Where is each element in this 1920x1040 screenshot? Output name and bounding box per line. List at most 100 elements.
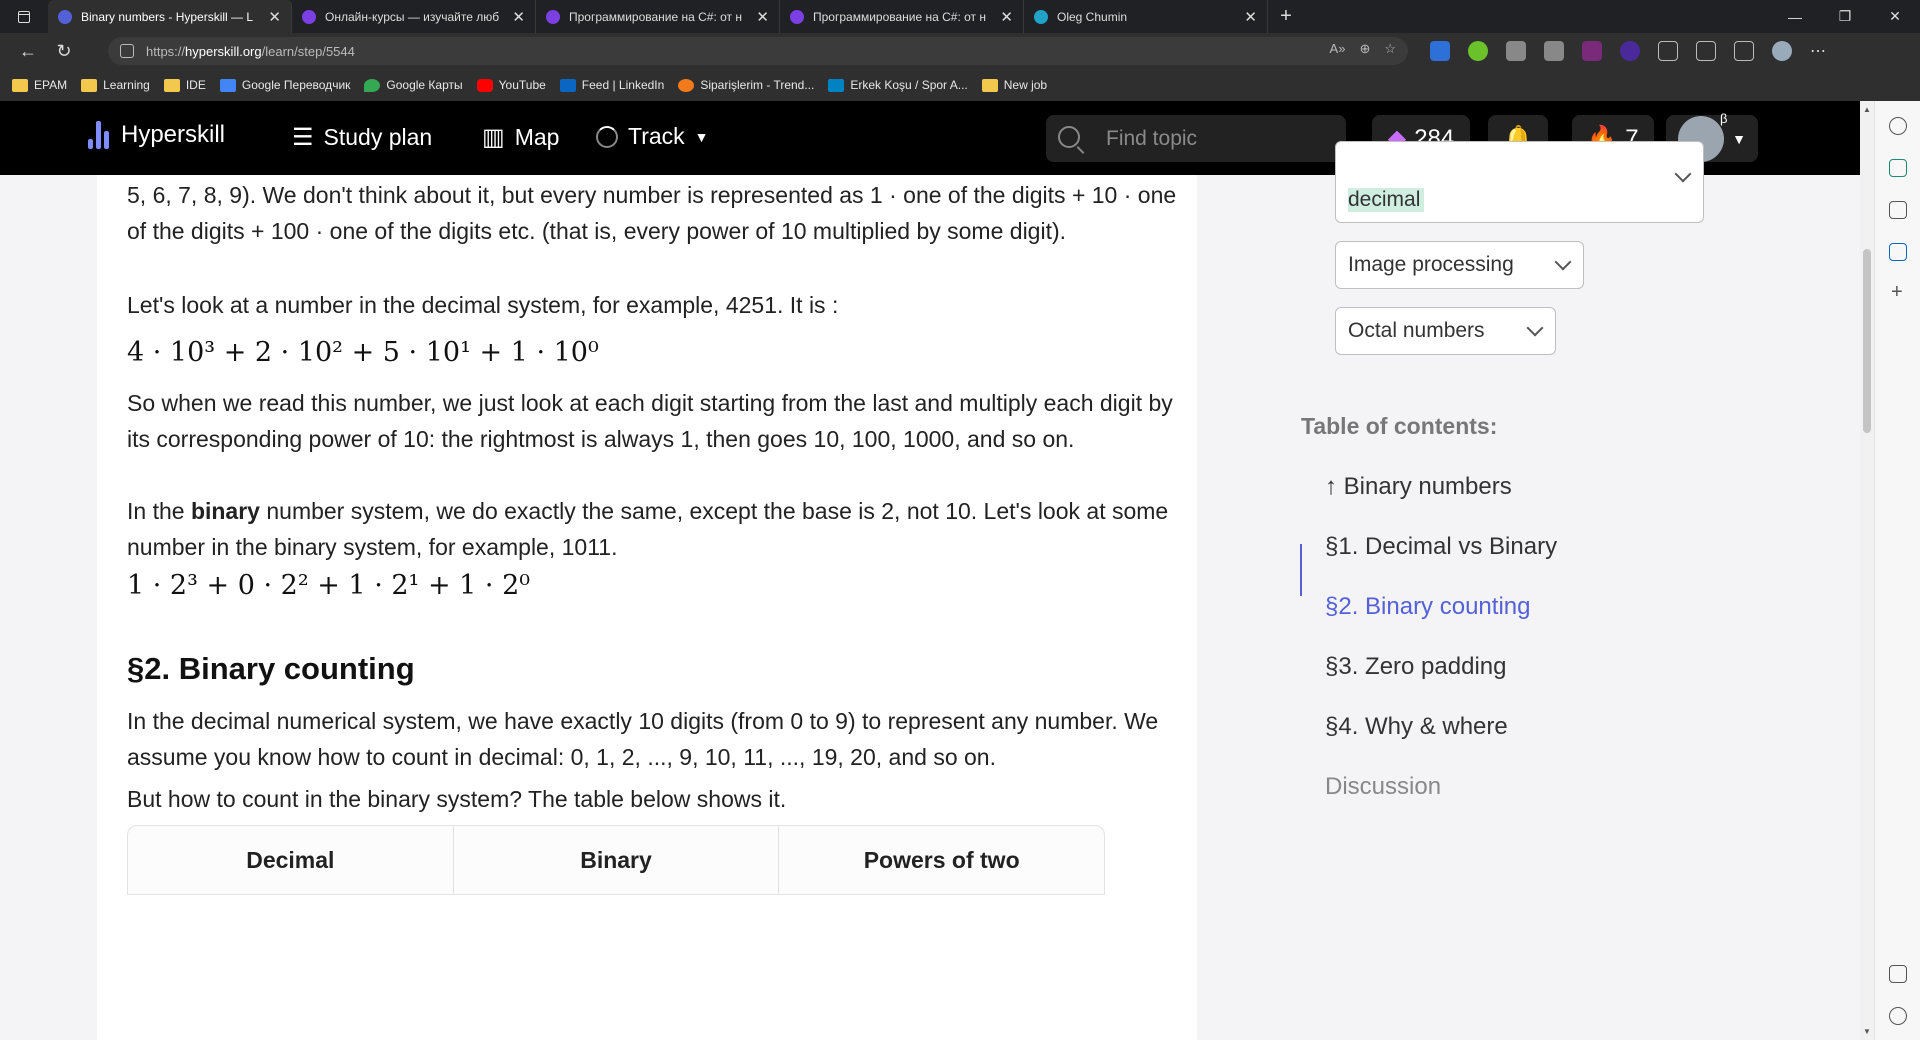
close-tab-icon[interactable]: ✕	[1000, 8, 1013, 26]
scrollbar-thumb[interactable]	[1863, 249, 1871, 433]
site-info-icon[interactable]	[120, 44, 134, 58]
tab-binary-numbers[interactable]: Binary numbers - Hyperskill — L ✕	[48, 0, 292, 33]
sidebar-search-icon[interactable]	[1889, 117, 1907, 135]
find-topic-search[interactable]: Find topic	[1046, 115, 1346, 162]
toc-title: Table of contents:	[1301, 413, 1498, 439]
bookmark-google-translate[interactable]: Google Переводчик	[219, 78, 351, 92]
folder-icon	[981, 78, 998, 92]
track-progress-icon	[596, 125, 618, 148]
toc-active-indicator	[1300, 544, 1302, 596]
sidebar-outlook-icon[interactable]	[1889, 243, 1907, 261]
close-tab-icon[interactable]: ✕	[268, 8, 281, 26]
tab-csharp-2[interactable]: Программирование на C#: от н ✕	[780, 0, 1024, 33]
sidebar-games-icon[interactable]	[1889, 201, 1907, 219]
nav-track-label: Track	[628, 123, 685, 149]
chevron-down-icon	[1526, 319, 1544, 337]
bookmark-label: Erkek Koşu / Spor A...	[850, 78, 968, 92]
url-actions: A» ⊕ ☆	[1330, 41, 1396, 57]
sidebar-add-icon[interactable]: +	[1891, 281, 1903, 304]
paragraph: Let's look at a number in the decimal sy…	[127, 292, 839, 318]
extension-green-icon[interactable]	[1468, 41, 1488, 61]
zoom-icon[interactable]: ⊕	[1359, 41, 1370, 57]
bookmark-learning[interactable]: Learning	[81, 78, 150, 92]
chevron-down-icon: ▼	[694, 128, 709, 145]
tab-online-courses[interactable]: Онлайн-курсы — изучайте люб ✕	[292, 0, 536, 33]
new-tab-button[interactable]: +	[1268, 0, 1304, 33]
more-menu-icon[interactable]: ⋯	[1810, 41, 1830, 61]
restore-button[interactable]: ❐	[1820, 0, 1870, 33]
url-host: hyperskill.org	[185, 43, 262, 59]
refresh-button[interactable]: ↻	[46, 33, 82, 69]
extension-violet-icon[interactable]	[1620, 41, 1640, 61]
text: number system, we do exactly the same, e…	[127, 498, 1169, 560]
extension-purple-icon[interactable]	[1582, 41, 1602, 61]
close-tab-icon[interactable]: ✕	[756, 8, 769, 26]
bookmark-epam[interactable]: EPAM	[12, 78, 67, 92]
favorites-icon[interactable]	[1696, 41, 1716, 61]
toc-item-discussion[interactable]: Discussion	[1325, 773, 1441, 801]
bookmark-ide[interactable]: IDE	[163, 78, 206, 92]
edge-sidebar: +	[1874, 101, 1920, 1040]
bookmark-trendyol[interactable]: Siparişlerim - Trend...	[678, 78, 814, 92]
toc-item-decimal-vs-binary[interactable]: §1. Decimal vs Binary	[1325, 533, 1557, 561]
close-tab-icon[interactable]: ✕	[512, 8, 525, 26]
bookmark-label: Google Переводчик	[241, 78, 351, 92]
extension-gray2-icon[interactable]	[1544, 41, 1564, 61]
bookmark-linkedin[interactable]: Feed | LinkedIn	[559, 78, 664, 92]
paragraph: But how to count in the binary system? T…	[127, 786, 787, 812]
extensions-puzzle-icon[interactable]	[1658, 41, 1678, 61]
chevron-down-icon	[1554, 253, 1572, 271]
scroll-up-icon[interactable]: ▲	[1863, 105, 1871, 114]
close-tab-icon[interactable]: ✕	[1244, 8, 1257, 26]
table-header-cell: Powers of two	[863, 847, 1020, 873]
scroll-down-icon[interactable]: ▼	[1863, 1027, 1871, 1036]
nav-track[interactable]: Track ▼	[596, 123, 709, 150]
tab-title: Binary numbers - Hyperskill — L	[81, 9, 254, 24]
back-button[interactable]: ←	[10, 33, 46, 69]
url-path: /learn/step/5544	[261, 43, 355, 59]
folder-icon	[12, 78, 28, 92]
topic-select-octal[interactable]: Octal numbers	[1335, 307, 1556, 355]
sidebar-settings-icon[interactable]	[1889, 1007, 1907, 1025]
tab-oleg-chumin[interactable]: Oleg Chumin ✕	[1024, 0, 1268, 33]
profile-avatar[interactable]	[1772, 41, 1792, 61]
page-scrollbar[interactable]: ▲ ▼	[1860, 101, 1874, 1040]
tab-csharp-1[interactable]: Программирование на C#: от н ✕	[536, 0, 780, 33]
collections-icon[interactable]	[1734, 41, 1754, 61]
math-expression-decimal: 4 · 10³ + 2 · 10² + 5 · 10¹ + 1 · 10⁰	[127, 337, 599, 368]
bookmark-new-job[interactable]: New job	[981, 78, 1047, 92]
toc-item-why-where[interactable]: §4. Why & where	[1325, 713, 1508, 741]
topic-select-value: decimal	[1348, 188, 1425, 212]
table-header-cell: Binary	[454, 826, 780, 894]
minimize-button[interactable]: —	[1770, 0, 1820, 33]
toc-item-binary-counting[interactable]: §2. Binary counting	[1325, 593, 1530, 621]
binary-table-header: Decimal Binary Powers of two	[127, 825, 1105, 895]
sidebar-copilot-icon[interactable]	[1889, 159, 1907, 177]
close-window-button[interactable]: ✕	[1870, 0, 1920, 33]
favorite-star-icon[interactable]: ☆	[1384, 41, 1396, 57]
hyperskill-logo[interactable]: Hyperskill	[88, 121, 225, 149]
tab-actions-button[interactable]	[0, 0, 48, 33]
nav-map[interactable]: ▥ Map	[482, 123, 559, 152]
nav-study-plan[interactable]: ☰ Study plan	[292, 123, 432, 152]
profile-favicon-icon	[1034, 9, 1048, 24]
toc-item-zero-padding[interactable]: §3. Zero padding	[1325, 653, 1506, 681]
toc-item-binary-numbers[interactable]: ↑ Binary numbers	[1325, 473, 1512, 501]
url-field[interactable]: https://hyperskill.org/learn/step/5544 A…	[108, 37, 1408, 65]
bookmark-google-maps[interactable]: Google Карты	[364, 78, 463, 92]
paragraph: 5, 6, 7, 8, 9). We don't think about it,…	[127, 182, 1177, 244]
tab-title: Онлайн-курсы — изучайте люб	[325, 9, 500, 24]
topic-select-image-processing[interactable]: Image processing	[1335, 241, 1584, 289]
trendyol-icon	[678, 78, 695, 92]
folder-icon	[81, 78, 98, 92]
text: In the	[127, 498, 191, 524]
sidebar-panel-icon[interactable]	[1889, 965, 1907, 983]
read-aloud-icon[interactable]: A»	[1330, 41, 1346, 57]
extension-gray-icon[interactable]	[1506, 41, 1526, 61]
bookmark-decathlon[interactable]: Erkek Koşu / Spor A...	[828, 78, 968, 92]
bookmark-youtube[interactable]: YouTube	[476, 78, 546, 92]
search-placeholder: Find topic	[1106, 126, 1198, 150]
extension-translate-icon[interactable]	[1430, 41, 1450, 61]
bold-text: binary	[190, 498, 260, 524]
topic-select-converting[interactable]: decimal	[1335, 141, 1704, 223]
